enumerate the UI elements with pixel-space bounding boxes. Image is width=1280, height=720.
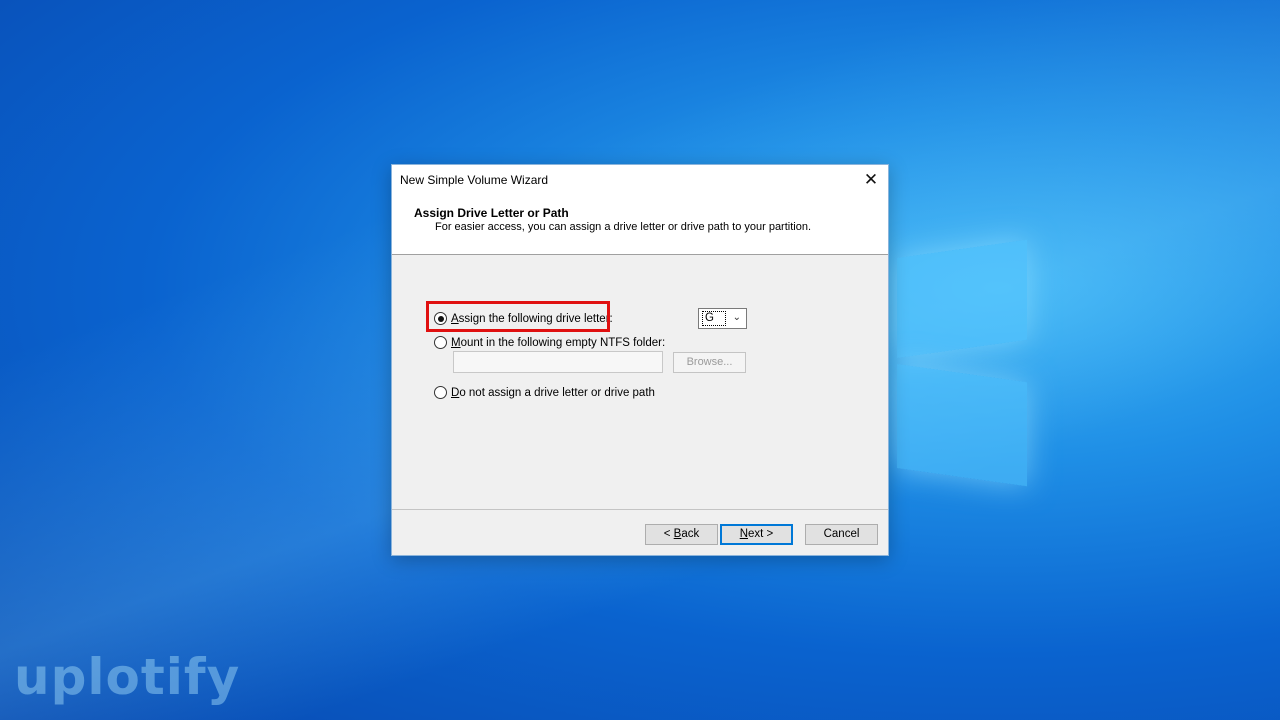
windows-logo-pane-upper (897, 239, 1027, 358)
footer-divider (392, 509, 888, 510)
drive-letter-value: G (702, 311, 726, 326)
radio-mount-folder[interactable]: Mount in the following empty NTFS folder… (434, 336, 665, 349)
next-button[interactable]: Next > (720, 524, 793, 545)
close-button[interactable]: ✕ (854, 165, 888, 195)
browse-button[interactable]: Browse... (673, 352, 746, 373)
chevron-down-icon: ⌄ (732, 312, 741, 323)
back-button[interactable]: < Back (645, 524, 718, 545)
folder-path-input[interactable] (453, 351, 663, 373)
drive-letter-dropdown[interactable]: G ⌄ (698, 308, 747, 329)
radio-label-no-assign: Do not assign a drive letter or drive pa… (451, 386, 655, 399)
radio-label-assign: Assign the following drive letter: (451, 312, 613, 325)
watermark-logo: uplotify (14, 648, 241, 706)
radio-button[interactable] (434, 386, 447, 399)
title-bar: New Simple Volume Wizard ✕ (392, 165, 888, 195)
windows-logo (897, 239, 1029, 487)
window-title: New Simple Volume Wizard (400, 173, 549, 187)
page-title: Assign Drive Letter or Path (414, 206, 569, 220)
close-icon: ✕ (863, 170, 879, 189)
wizard-dialog: New Simple Volume Wizard ✕ Assign Drive … (391, 164, 889, 556)
radio-assign-drive-letter[interactable]: Assign the following drive letter: (434, 312, 613, 325)
wizard-header: Assign Drive Letter or Path For easier a… (392, 195, 888, 255)
radio-label-mount: Mount in the following empty NTFS folder… (451, 336, 666, 349)
cancel-button[interactable]: Cancel (805, 524, 878, 545)
radio-button-checked[interactable] (434, 312, 447, 325)
windows-logo-pane-lower (897, 364, 1027, 487)
radio-button[interactable] (434, 336, 447, 349)
radio-no-assign[interactable]: Do not assign a drive letter or drive pa… (434, 386, 655, 399)
page-subtitle: For easier access, you can assign a driv… (435, 221, 812, 233)
